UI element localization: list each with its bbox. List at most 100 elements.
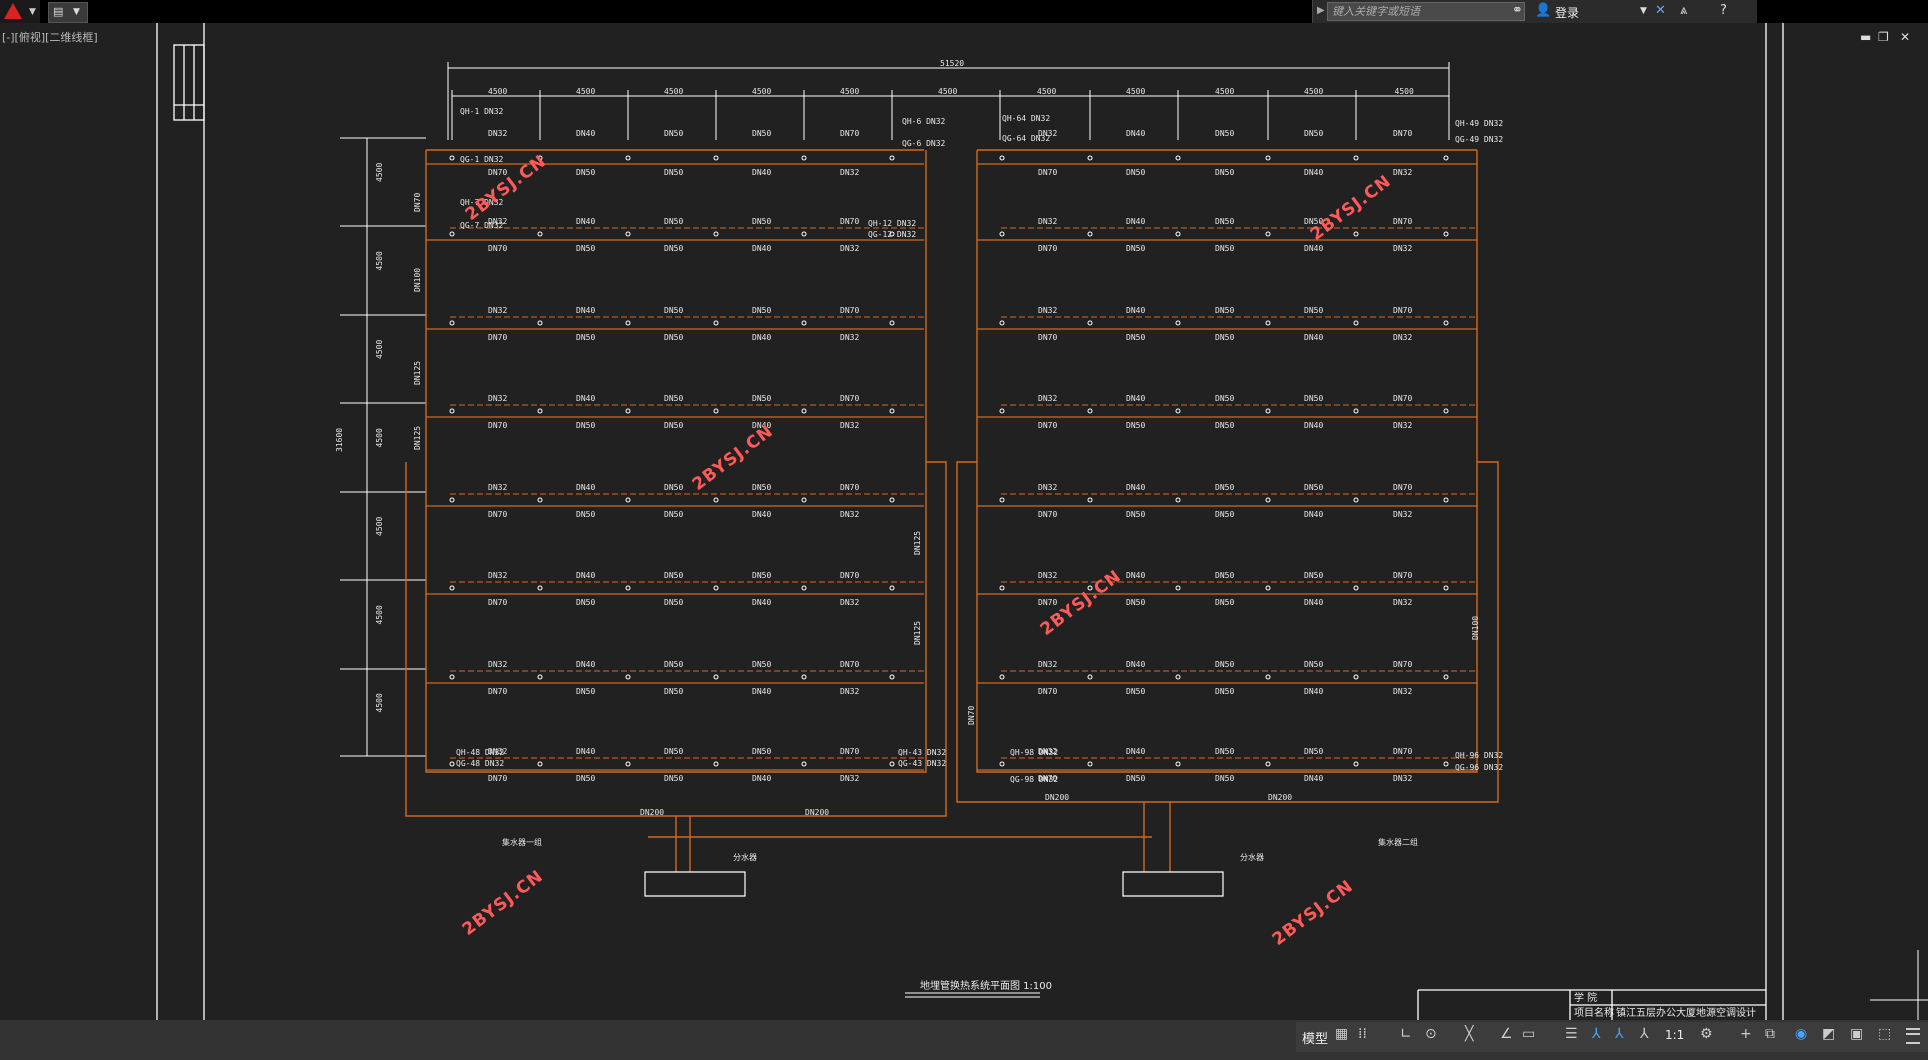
- a360-icon[interactable]: ⩓: [1680, 3, 1687, 18]
- borehole-marker: [801, 408, 807, 414]
- branch-label-bottom: DN70: [488, 333, 507, 342]
- lineweight-icon[interactable]: ☰: [1565, 1026, 1578, 1042]
- loop-tag: QG-7 DN32: [460, 221, 504, 230]
- layout-icon[interactable]: ⧉: [1765, 1026, 1775, 1042]
- branch-label-bottom: DN70: [1038, 168, 1057, 177]
- annotation-icon[interactable]: ⅄: [1592, 1026, 1601, 1042]
- borehole-marker: [1353, 674, 1359, 680]
- collector-group-one-label: 集水器一组: [502, 837, 542, 847]
- branch-label-bottom: DN50: [1215, 244, 1234, 253]
- titleblock-project-name: 镇江五层办公大厦地源空调设计: [1616, 1006, 1756, 1019]
- borehole-marker: [1443, 674, 1449, 680]
- loop-tag: QH-98 DN32: [1010, 748, 1058, 757]
- collector-group-two-label: 集水器二组: [1378, 837, 1418, 847]
- search-input[interactable]: [1327, 2, 1525, 21]
- model-tab[interactable]: 模型: [1302, 1028, 1328, 1047]
- branch-label-bottom: DN32: [840, 244, 859, 253]
- isolate-icon[interactable]: ◉: [1795, 1026, 1807, 1042]
- branch-label-bottom: DN40: [1304, 510, 1323, 519]
- branch-label-bottom: DN50: [664, 774, 683, 783]
- branch-label-bottom: DN70: [1038, 687, 1057, 696]
- drawing-canvas[interactable]: 学 院 项目名称 镇江五层办公大厦地源空调设计 51520 31600 4500…: [0, 23, 1928, 1020]
- borehole-marker: [713, 231, 719, 237]
- borehole-marker: [713, 497, 719, 503]
- riser-label: DN70: [967, 706, 976, 725]
- branch-label-bottom: DN50: [1126, 598, 1145, 607]
- riser-label: DN125: [413, 426, 422, 450]
- exchange-x-icon[interactable]: ✕: [1655, 3, 1666, 18]
- clean-screen-icon[interactable]: ▣: [1850, 1026, 1863, 1042]
- bay-dimension-label: 4500: [488, 87, 507, 96]
- borehole-marker: [1087, 497, 1093, 503]
- branch-label-top: DN40: [1126, 217, 1145, 226]
- borehole-marker: [449, 761, 455, 767]
- annotation-scale-icon[interactable]: ⅄: [1615, 1026, 1624, 1042]
- quick-access-button[interactable]: ▤ ▼: [48, 2, 88, 23]
- borehole-marker: [625, 761, 631, 767]
- hardware-acceleration-icon[interactable]: ◩: [1822, 1026, 1835, 1042]
- help-icon[interactable]: ?: [1720, 3, 1727, 18]
- isodraft-icon[interactable]: ∠: [1500, 1026, 1513, 1042]
- otrack-icon[interactable]: ▭: [1522, 1026, 1535, 1042]
- borehole-marker: [713, 408, 719, 414]
- branch-label-top: DN70: [1393, 483, 1412, 492]
- snap-icon[interactable]: ⁞⁞: [1358, 1026, 1367, 1042]
- loop-tag: QH-96 DN32: [1455, 751, 1503, 760]
- close-icon[interactable]: ✕: [1900, 30, 1910, 44]
- user-icon[interactable]: 👤: [1535, 3, 1551, 18]
- customization-menu-icon[interactable]: [1906, 1028, 1920, 1044]
- branch-label-bottom: DN50: [576, 244, 595, 253]
- borehole-marker: [1175, 497, 1181, 503]
- branch-label-top: DN70: [840, 747, 859, 756]
- branch-label-bottom: DN50: [1126, 421, 1145, 430]
- borehole-marker: [801, 320, 807, 326]
- branch-label-top: DN50: [1215, 571, 1234, 580]
- grid-icon[interactable]: ▦: [1335, 1026, 1348, 1042]
- gear-icon[interactable]: ⚙: [1700, 1026, 1713, 1042]
- borehole-marker: [999, 155, 1005, 161]
- borehole-marker: [449, 497, 455, 503]
- branch-label-bottom: DN32: [1393, 333, 1412, 342]
- ortho-icon[interactable]: ∟: [1400, 1026, 1412, 1042]
- borehole-marker: [537, 320, 543, 326]
- expand-arrow-icon[interactable]: ▶: [1317, 5, 1325, 16]
- borehole-marker: [537, 585, 543, 591]
- plus-icon[interactable]: +: [1740, 1026, 1752, 1042]
- borehole-marker: [1175, 155, 1181, 161]
- branch-label-bottom: DN40: [1304, 774, 1323, 783]
- borehole-marker: [537, 761, 543, 767]
- branch-label-top: DN40: [576, 747, 595, 756]
- login-label[interactable]: 登录: [1555, 4, 1579, 21]
- branch-label-top: DN32: [488, 394, 507, 403]
- borehole-marker: [1087, 761, 1093, 767]
- borehole-marker: [713, 155, 719, 161]
- branch-label-bottom: DN50: [1126, 333, 1145, 342]
- osnap-icon[interactable]: ╳: [1465, 1026, 1473, 1042]
- borehole-marker: [1443, 761, 1449, 767]
- titleblock-label-project: 项目名称: [1574, 1006, 1614, 1019]
- branch-label-bottom: DN40: [752, 168, 771, 177]
- annotation-visibility-icon[interactable]: ⅄: [1640, 1026, 1649, 1042]
- fullscreen-icon[interactable]: ⬚: [1878, 1026, 1891, 1042]
- autocad-logo-icon: [4, 3, 22, 19]
- binoculars-icon[interactable]: ⚭: [1512, 3, 1523, 18]
- branch-label-top: DN70: [840, 571, 859, 580]
- viewport-controls[interactable]: [-][俯视][二维线框]: [2, 29, 98, 45]
- borehole-marker: [889, 585, 895, 591]
- branch-label-bottom: DN50: [1215, 687, 1234, 696]
- branch-label-top: DN50: [664, 129, 683, 138]
- loop-tag: QG-48 DN32: [456, 759, 504, 768]
- annotation-scale[interactable]: 1:1: [1665, 1028, 1684, 1042]
- branch-label-top: DN32: [1038, 394, 1057, 403]
- chevron-down-icon[interactable]: ▼: [1640, 6, 1647, 16]
- branch-label-bottom: DN40: [1304, 687, 1323, 696]
- minimize-icon[interactable]: ▬: [1860, 30, 1871, 44]
- branch-label-bottom: DN70: [488, 510, 507, 519]
- restore-icon[interactable]: ❐: [1878, 30, 1889, 44]
- borehole-marker: [999, 320, 1005, 326]
- borehole-marker: [1265, 408, 1271, 414]
- branch-label-bottom: DN40: [752, 598, 771, 607]
- branch-label-top: DN40: [1126, 394, 1145, 403]
- app-menu-button[interactable]: ▼: [0, 0, 40, 23]
- polar-icon[interactable]: ⊙: [1425, 1026, 1437, 1042]
